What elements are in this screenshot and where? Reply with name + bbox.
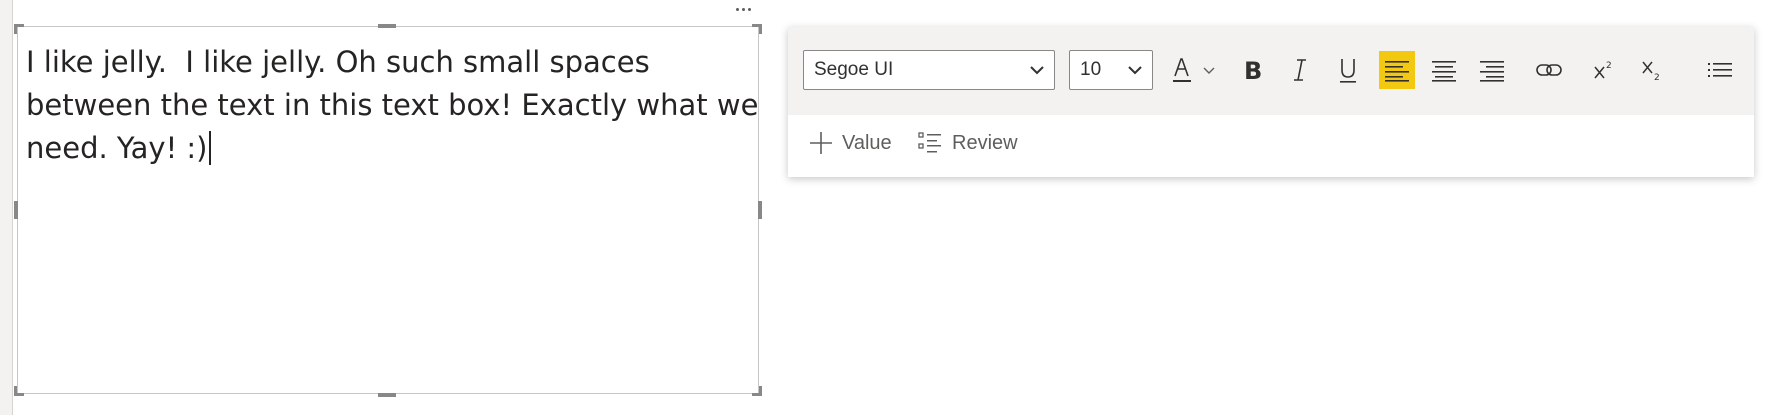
font-size-value: 10 <box>1080 59 1102 80</box>
add-value-button[interactable]: Value <box>808 128 892 158</box>
font-size-select[interactable]: 10 <box>1069 50 1153 90</box>
resize-handle-top-right[interactable] <box>759 24 762 34</box>
superscript-icon: 2 <box>1594 61 1612 79</box>
insert-link-button[interactable] <box>1529 53 1569 87</box>
add-value-label: Value <box>842 131 892 154</box>
text-line: I like jelly. I like jelly. Oh such smal… <box>26 45 650 79</box>
resize-handle-bottom-right[interactable] <box>759 386 762 396</box>
superscript-button[interactable]: 2 <box>1587 53 1621 87</box>
resize-handle-right[interactable] <box>758 201 762 219</box>
list-icon <box>1708 63 1732 77</box>
review-label: Review <box>952 131 1018 154</box>
svg-text:2: 2 <box>1654 73 1660 83</box>
more-options-icon[interactable] <box>728 2 758 16</box>
resize-handle-top-left[interactable] <box>14 24 17 34</box>
align-left-icon <box>1385 61 1409 82</box>
subscript-button[interactable]: 2 <box>1635 53 1669 87</box>
review-button[interactable]: Review <box>918 128 1018 158</box>
italic-icon <box>1294 59 1306 81</box>
font-color-icon <box>1173 58 1191 82</box>
text-box[interactable]: I like jelly. I like jelly. Oh such smal… <box>17 26 759 394</box>
link-icon <box>1536 64 1562 76</box>
underline-button[interactable] <box>1331 53 1365 87</box>
canvas-left-edge <box>0 0 13 415</box>
text-line: between the text in this text box! Exact… <box>26 88 759 122</box>
format-toolbar-top: Segoe UI 10 B 2 2 <box>788 27 1754 115</box>
resize-handle-bottom-left[interactable] <box>14 386 17 396</box>
align-center-icon <box>1432 61 1456 82</box>
plus-icon <box>810 132 832 154</box>
font-color-dropdown[interactable] <box>1196 53 1222 87</box>
text-line-content: need. Yay! :) <box>26 131 208 165</box>
resize-handle-top[interactable] <box>378 24 396 28</box>
chevron-down-icon <box>1030 66 1044 75</box>
align-left-button[interactable] <box>1379 51 1415 89</box>
align-right-button[interactable] <box>1475 53 1509 87</box>
text-caret <box>208 131 211 165</box>
text-line: need. Yay! :) <box>26 127 746 170</box>
resize-handle-bottom[interactable] <box>378 393 396 397</box>
italic-button[interactable] <box>1283 53 1317 87</box>
align-right-icon <box>1480 61 1504 82</box>
bulleted-list-button[interactable] <box>1703 53 1737 87</box>
bold-button[interactable]: B <box>1235 53 1269 87</box>
underline-icon <box>1340 59 1356 83</box>
chevron-down-icon <box>1128 66 1142 75</box>
text-box-content[interactable]: I like jelly. I like jelly. Oh such smal… <box>26 41 759 170</box>
svg-text:2: 2 <box>1606 61 1612 71</box>
bold-icon: B <box>1244 57 1262 83</box>
chevron-down-icon <box>1203 67 1215 74</box>
font-family-select[interactable]: Segoe UI <box>803 50 1055 90</box>
font-color-button[interactable] <box>1165 53 1199 87</box>
review-list-icon <box>918 132 941 153</box>
resize-handle-left[interactable] <box>14 201 18 219</box>
align-center-button[interactable] <box>1427 53 1461 87</box>
svg-text:B: B <box>1244 57 1262 83</box>
subscript-icon: 2 <box>1642 61 1660 83</box>
font-family-value: Segoe UI <box>814 59 894 80</box>
format-toolbar: Segoe UI 10 B 2 2 Value Review <box>788 27 1754 177</box>
